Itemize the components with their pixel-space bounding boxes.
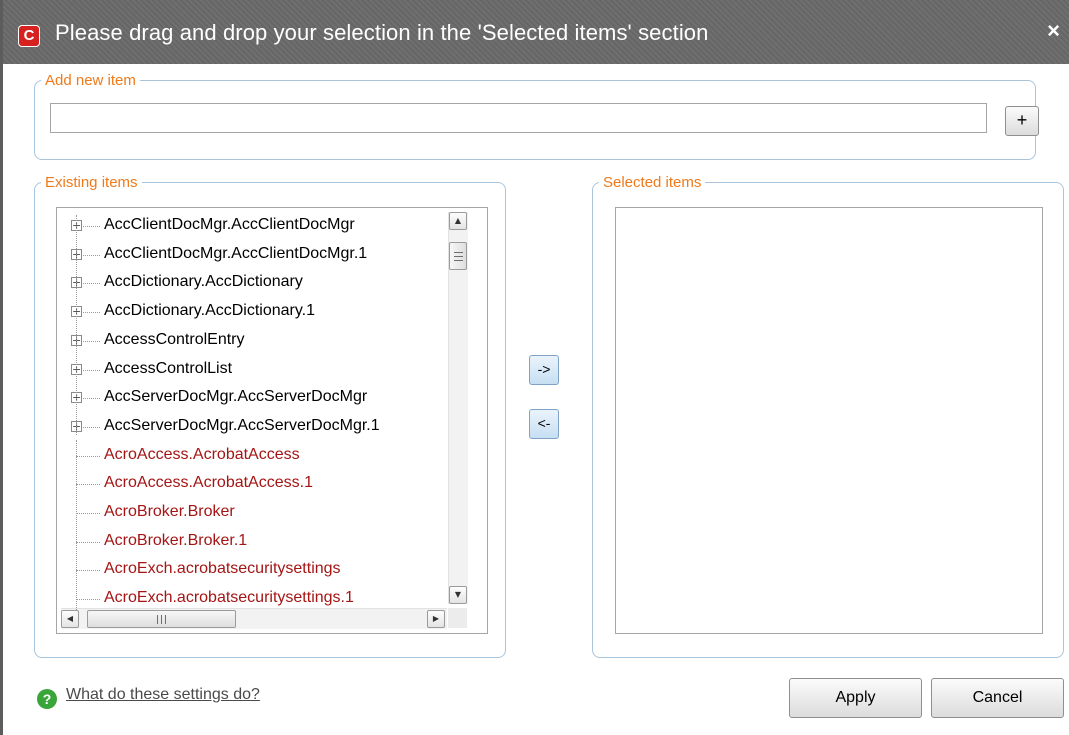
tree-item-label: AccessControlEntry: [104, 330, 245, 348]
title-bar[interactable]: C Please drag and drop your selection in…: [3, 0, 1069, 64]
help-link[interactable]: What do these settings do?: [66, 686, 260, 704]
tree-guide-line: [76, 440, 77, 610]
scroll-down-icon[interactable]: ▼: [449, 586, 467, 604]
tree-connector: [76, 484, 100, 486]
tree-connector: [76, 455, 100, 457]
close-icon[interactable]: ×: [1047, 18, 1060, 44]
move-to-selected-button[interactable]: ->: [529, 355, 559, 385]
tree-guide-line: [76, 215, 77, 435]
scroll-left-icon[interactable]: ◀: [61, 610, 79, 628]
tree-connector: [83, 312, 100, 314]
tree-connector: [83, 426, 100, 428]
tree-item-label: AcroBroker.Broker: [104, 503, 235, 520]
add-item-button[interactable]: +: [1005, 106, 1039, 136]
add-new-item-legend: Add new item: [45, 72, 136, 89]
existing-items-legend: Existing items: [45, 174, 138, 191]
tree-connector: [76, 513, 100, 514]
tree-item-label: AcroAccess.AcrobatAccess: [104, 445, 300, 463]
tree-item-label: AccDictionary.AccDictionary.1: [104, 302, 316, 320]
horizontal-scrollbar[interactable]: ◀ ▶: [61, 608, 447, 629]
selected-items-list[interactable]: [615, 207, 1043, 634]
dialog-window: C Please drag and drop your selection in…: [0, 0, 1069, 735]
tree-connector: [83, 254, 100, 256]
selected-items-legend: Selected items: [603, 174, 702, 191]
tree-connector: [83, 340, 100, 342]
app-logo-icon: C: [18, 25, 40, 47]
thumb-grip: [161, 615, 162, 624]
remove-from-selected-button[interactable]: <-: [529, 409, 559, 439]
thumb-grip: [454, 260, 463, 261]
tree-connector: [76, 541, 100, 543]
tree-item-label: AcroBroker.Broker.1: [104, 531, 248, 549]
tree-item-label: AcroAccess.AcrobatAccess.1: [104, 474, 313, 492]
tree-item-label: AccessControlList: [104, 359, 233, 377]
apply-button[interactable]: Apply: [789, 678, 922, 718]
tree-item-label: AcroExch.acrobatsecuritysettings: [104, 560, 341, 578]
help-icon[interactable]: ?: [37, 689, 57, 709]
tree-item-label: AccServerDocMgr.AccServerDocMgr: [104, 388, 368, 406]
thumb-grip: [157, 615, 158, 624]
vertical-scroll-thumb[interactable]: [449, 242, 467, 270]
new-item-input[interactable]: [50, 103, 987, 133]
tree-item-label: AccDictionary.AccDictionary: [104, 273, 303, 291]
tree-item-label: AccServerDocMgr.AccServerDocMgr.1: [104, 416, 380, 434]
tree-item-label: AcroExch.acrobatsecuritysettings.1: [104, 589, 354, 607]
tree-connector: [83, 369, 100, 371]
thumb-grip: [454, 256, 463, 257]
cancel-button[interactable]: Cancel: [931, 678, 1064, 718]
tree-item-label: AccClientDocMgr.AccClientDocMgr.1: [104, 244, 368, 262]
tree-connector: [83, 398, 100, 400]
scroll-up-icon[interactable]: ▲: [449, 212, 467, 230]
tree-item-label: AccClientDocMgr.AccClientDocMgr: [104, 216, 355, 233]
tree-connector: [83, 283, 100, 285]
dialog-title: Please drag and drop your selection in t…: [55, 20, 709, 45]
scrollbar-corner: [448, 608, 467, 628]
scroll-right-icon[interactable]: ▶: [427, 610, 445, 628]
thumb-grip: [165, 615, 166, 624]
tree-connector: [76, 570, 100, 572]
existing-items-tree[interactable]: + AccClientDocMgr.AccClientDocMgr + AccClie…: [56, 207, 488, 634]
horizontal-scroll-thumb[interactable]: [87, 610, 236, 628]
vertical-scrollbar[interactable]: ▲ ▼: [448, 212, 468, 604]
tree-connector: [83, 226, 100, 227]
thumb-grip: [454, 252, 463, 253]
tree-connector: [76, 599, 100, 601]
